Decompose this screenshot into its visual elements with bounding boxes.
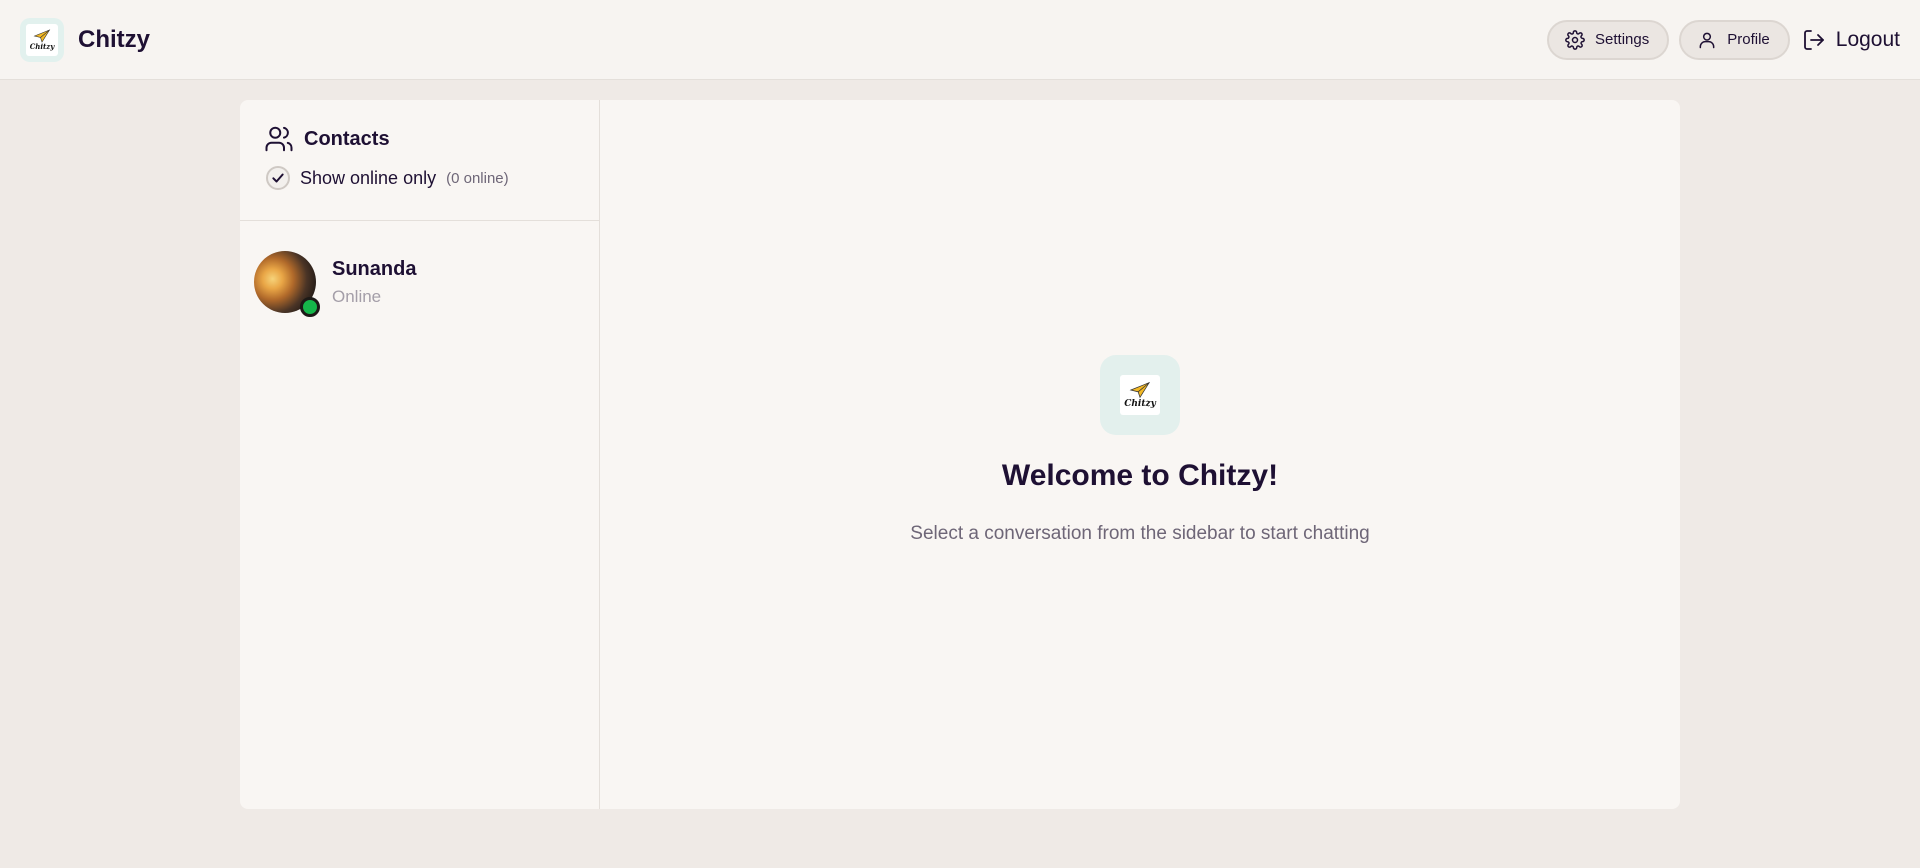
settings-label: Settings bbox=[1595, 31, 1650, 48]
users-icon bbox=[265, 126, 293, 152]
logo-badge: Chitzy bbox=[1120, 375, 1160, 415]
contact-name: Sunanda bbox=[332, 257, 417, 280]
settings-button[interactable]: Settings bbox=[1547, 19, 1670, 60]
contacts-title: Contacts bbox=[304, 127, 390, 150]
online-count: (0 online) bbox=[446, 169, 509, 187]
welcome-title: Welcome to Chitzy! bbox=[1001, 459, 1279, 492]
user-icon bbox=[1699, 32, 1715, 48]
welcome-panel: Chitzy Welcome to Chitzy! Select a conve… bbox=[600, 355, 1680, 545]
brand-name[interactable]: Chitzy bbox=[78, 26, 150, 54]
logo-wordmark: Chitzy bbox=[29, 41, 55, 51]
show-online-checkbox[interactable] bbox=[266, 166, 290, 190]
online-filter: Show online only (0 online) bbox=[264, 166, 575, 190]
header-actions: Settings Profile Logout bbox=[1547, 19, 1900, 60]
contact-item[interactable]: Sunanda Online bbox=[240, 221, 599, 317]
contact-info: Sunanda Online bbox=[332, 258, 416, 307]
logout-label: Logout bbox=[1835, 27, 1900, 51]
brand[interactable]: Chitzy Chitzy bbox=[20, 17, 150, 62]
show-online-label[interactable]: Show online only bbox=[300, 168, 436, 189]
logo-wordmark: Chitzy bbox=[1124, 399, 1156, 409]
chat-container: Contacts Show online only (0 online) Sun… bbox=[240, 100, 1680, 809]
online-status-dot bbox=[300, 297, 320, 317]
contacts-sidebar: Contacts Show online only (0 online) Sun… bbox=[240, 100, 600, 809]
app-logo[interactable]: Chitzy bbox=[20, 17, 64, 62]
welcome-subtitle: Select a conversation from the sidebar t… bbox=[910, 523, 1370, 544]
check-icon bbox=[272, 173, 284, 183]
chat-placeholder: Chitzy Welcome to Chitzy! Select a conve… bbox=[600, 100, 1680, 809]
top-navbar: Chitzy Chitzy Settings Profile Logout bbox=[0, 0, 1920, 80]
paper-plane-icon bbox=[33, 28, 51, 43]
logout-button[interactable]: Logout bbox=[1800, 28, 1900, 52]
contact-avatar-wrap bbox=[254, 251, 320, 317]
paper-plane-icon bbox=[1129, 381, 1151, 399]
welcome-logo: Chitzy bbox=[1100, 355, 1180, 435]
profile-label: Profile bbox=[1727, 31, 1770, 48]
profile-button[interactable]: Profile bbox=[1679, 19, 1790, 60]
contacts-heading: Contacts bbox=[264, 124, 575, 154]
logout-icon bbox=[1803, 29, 1824, 50]
logo-badge: Chitzy bbox=[26, 23, 58, 56]
sidebar-header: Contacts Show online only (0 online) bbox=[240, 100, 599, 221]
contact-status: Online bbox=[332, 286, 382, 306]
gear-icon bbox=[1565, 29, 1585, 50]
